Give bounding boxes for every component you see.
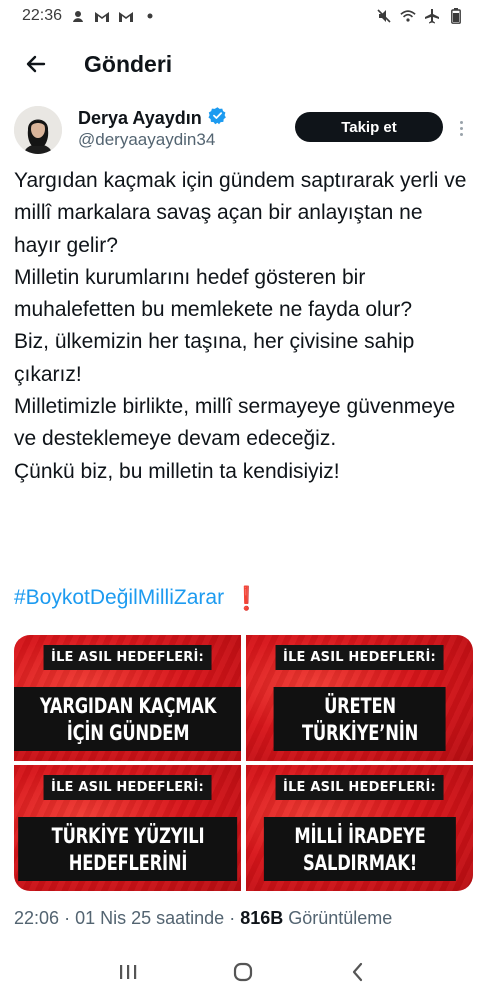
status-right — [376, 8, 464, 24]
media-image[interactable]: İLE ASIL HEDEFLERİ: TÜRKİYE YÜZYILI HEDE… — [14, 765, 241, 891]
back-button[interactable] — [16, 44, 56, 84]
recent-apps-icon — [119, 965, 136, 979]
wifi-icon — [400, 8, 416, 24]
tweet-date[interactable]: 01 Nis 25 saatinde — [75, 908, 224, 928]
media-image[interactable]: İLE ASIL HEDEFLERİ: ÜRETEN TÜRKİYE’NİN — [246, 635, 473, 761]
media-tag: İLE ASIL HEDEFLERİ: — [43, 775, 212, 800]
more-options-icon[interactable] — [450, 116, 472, 140]
author-row: Derya Ayaydın @deryaayaydin34 Takip et — [14, 104, 474, 160]
nav-back-button[interactable] — [338, 952, 378, 992]
recent-apps-button[interactable] — [108, 952, 148, 992]
tweet-time[interactable]: 22:06 — [14, 908, 59, 928]
status-time: 22:36 — [22, 7, 63, 24]
author-handle[interactable]: @deryaayaydin34 — [78, 130, 215, 150]
gmail-icon — [118, 8, 134, 24]
author-name[interactable]: Derya Ayaydın — [78, 108, 202, 129]
hashtag-link[interactable]: #BoykotDeğilMilliZarar — [14, 582, 224, 614]
views-count: 816B — [240, 908, 284, 928]
follow-button[interactable]: Takip et — [295, 112, 443, 142]
avatar[interactable] — [14, 106, 62, 154]
tweet-meta: 22:06 · 01 Nis 25 saatinde · 816B Görünt… — [14, 908, 393, 928]
views-label: Görüntüleme — [288, 908, 393, 928]
media-headline: MİLLİ İRADEYE SALDIRMAK! — [263, 817, 456, 881]
hashtag-row: #BoykotDeğilMilliZarar ❗ — [14, 582, 261, 614]
media-tag: İLE ASIL HEDEFLERİ: — [275, 645, 444, 670]
media-tag: İLE ASIL HEDEFLERİ: — [275, 775, 444, 800]
verified-badge-icon — [208, 106, 227, 130]
home-icon — [233, 962, 253, 982]
back-icon — [353, 962, 363, 982]
gmail-icon — [94, 8, 110, 24]
system-nav-bar — [0, 944, 486, 1000]
media-grid: İLE ASIL HEDEFLERİ: YARGIDAN KAÇMAK İÇİN… — [14, 635, 473, 891]
media-headline: TÜRKİYE YÜZYILI HEDEFLERİNİ — [17, 817, 238, 881]
status-bar: 22:36 — [0, 0, 486, 32]
media-tag: İLE ASIL HEDEFLERİ: — [43, 645, 212, 670]
author-name-row: Derya Ayaydın — [78, 106, 227, 130]
media-headline: ÜRETEN TÜRKİYE’NİN — [273, 687, 446, 751]
home-button[interactable] — [223, 952, 263, 992]
airplane-icon — [424, 8, 440, 24]
battery-icon — [448, 8, 464, 24]
dot-icon — [142, 8, 158, 24]
media-headline: YARGIDAN KAÇMAK İÇİN GÜNDEM — [14, 687, 241, 751]
top-app-bar: Gönderi — [0, 32, 486, 96]
page-title: Gönderi — [84, 50, 173, 77]
exclamation-emoji: ❗ — [232, 585, 261, 611]
media-image[interactable]: İLE ASIL HEDEFLERİ: MİLLİ İRADEYE SALDIR… — [246, 765, 473, 891]
arrow-left-icon — [26, 55, 46, 73]
media-image[interactable]: İLE ASIL HEDEFLERİ: YARGIDAN KAÇMAK İÇİN… — [14, 635, 241, 761]
notification-icon — [70, 8, 86, 24]
status-left: 22:36 — [22, 7, 158, 25]
tweet-text: Yargıdan kaçmak için gündem saptırarak y… — [14, 169, 467, 483]
mute-icon — [376, 8, 392, 24]
